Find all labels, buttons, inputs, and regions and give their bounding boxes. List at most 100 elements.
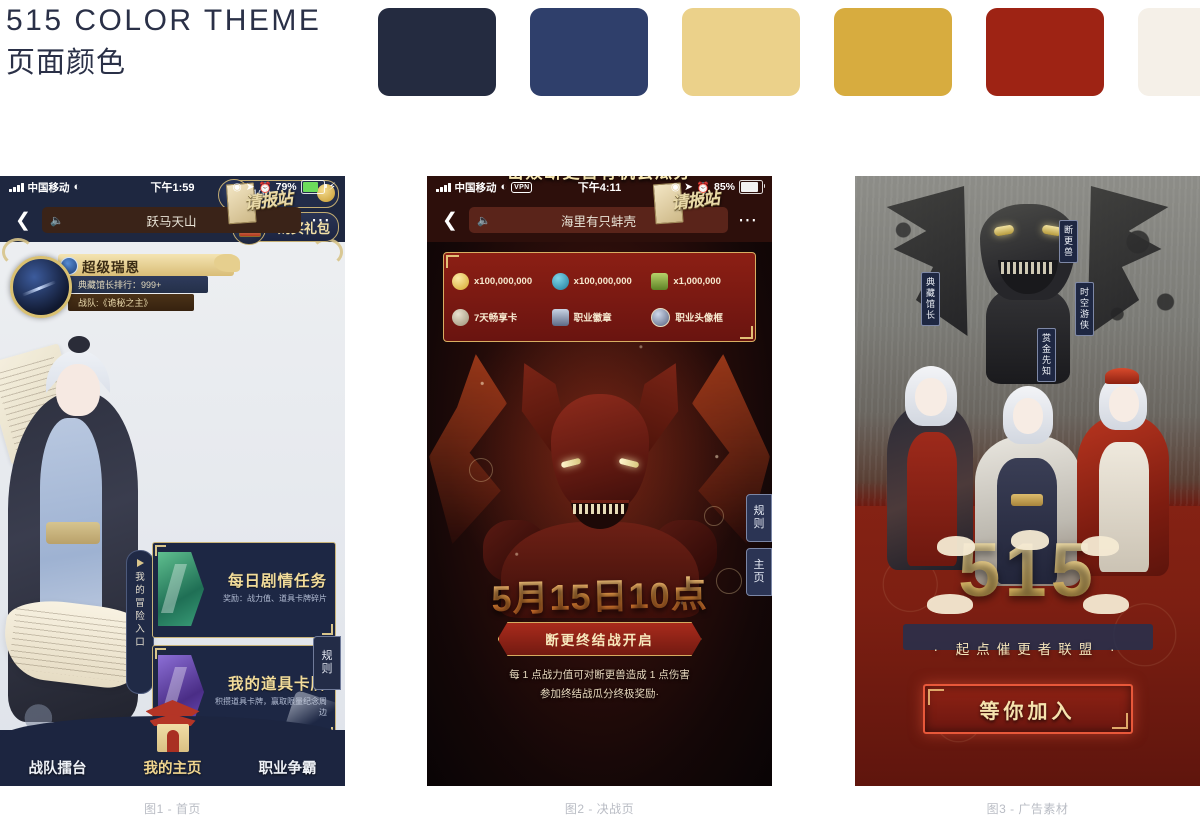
status-right: ◉ ➤ ⏰ 79% ⚡ bbox=[233, 180, 336, 194]
cloud-ornament-icon bbox=[214, 254, 240, 272]
page-title-en: 515 COLOR THEME bbox=[6, 4, 322, 37]
side-tab-rules[interactable]: 规 则 bbox=[746, 494, 772, 542]
prize-label: 职业徽章 bbox=[573, 313, 612, 324]
prize-item: 职业头像框 bbox=[651, 301, 747, 333]
beast-head bbox=[550, 394, 649, 512]
page-title-cn: 页面颜色 bbox=[6, 47, 127, 79]
cloud-decor-5 bbox=[1082, 594, 1129, 614]
ornament-corner-right bbox=[311, 238, 343, 266]
prize-label: 职业头像框 bbox=[675, 313, 723, 324]
adventure-entry-label-3: 险 bbox=[135, 611, 145, 622]
nav-title-field[interactable]: 🔈 海里有只蚌壳 bbox=[469, 207, 728, 233]
player-team-row: 战队:《诡秘之主》 bbox=[68, 294, 194, 311]
label-beast: 断更兽 bbox=[1059, 220, 1078, 263]
phone-mockup-home: 中国移动 ◐ 下午1:59 ◉ ➤ ⏰ 79% ⚡ ❮ 🔈 跃马天山 ⋯ 请报站… bbox=[0, 176, 345, 786]
prize-panel: x100,000,000 x100,000,000 x1,000,000 7天畅… bbox=[443, 252, 756, 342]
ad-slogan: · 起点催更者联盟 · bbox=[855, 638, 1200, 658]
label-ranger: 时空游侠 bbox=[1075, 282, 1094, 336]
side-tab-rules-label-1: 则 bbox=[753, 518, 765, 530]
swatch-deep-navy bbox=[378, 8, 496, 96]
color-swatch-row bbox=[378, 8, 1200, 96]
lock-rotation-icon: ◉ bbox=[670, 181, 681, 193]
crown-icon bbox=[452, 308, 469, 326]
location-icon: ➤ bbox=[684, 181, 693, 193]
nav-bar: ❮ 🔈 跃马天山 ⋯ bbox=[0, 198, 345, 242]
prize-label: x100,000,000 bbox=[474, 275, 533, 287]
prize-item: 职业徽章 bbox=[551, 301, 648, 333]
caption-figure-1: 图1 - 首页 bbox=[144, 802, 201, 816]
nav-title: 海里有只蚌壳 bbox=[560, 214, 636, 229]
carrier-label: 中国移动 bbox=[27, 181, 70, 194]
rules-tab-button[interactable]: 规 则 bbox=[313, 636, 341, 690]
side-tab-home-label-1: 页 bbox=[753, 572, 765, 584]
swatch-gold bbox=[834, 8, 952, 96]
prize-label: x1,000,000 bbox=[673, 275, 721, 287]
join-cta-button[interactable]: 等你加入 bbox=[922, 684, 1133, 734]
side-tab-home[interactable]: 主 页 bbox=[746, 548, 772, 596]
gold-coin-icon bbox=[452, 272, 469, 290]
tab-team-arena[interactable]: 战队擂台 bbox=[0, 757, 115, 778]
player-name: 超级瑞恩 bbox=[82, 260, 140, 275]
status-left: 中国移动 ◐ VPN bbox=[436, 180, 533, 195]
alarm-icon: ⏰ bbox=[258, 181, 272, 194]
menu-card-daily-quest[interactable]: 每日剧情任务 奖励：战力值、道具卡牌碎片 bbox=[152, 542, 336, 638]
player-rank-row: 典藏馆长排行：999+ bbox=[68, 276, 208, 293]
carrier-label: 中国移动 bbox=[454, 181, 497, 194]
prize-label: x100,000,000 bbox=[573, 275, 632, 287]
adventure-entry-tab[interactable]: 我 的 冒 险 入 口 bbox=[126, 550, 154, 694]
ribbon-label: 断更终结战开启 bbox=[545, 633, 654, 648]
battle-note: 每 1 点战力值可对断更兽造成 1 点伤害 参加终结战瓜分终极奖励· bbox=[427, 666, 772, 704]
tab-my-home[interactable]: 我的主页 bbox=[115, 757, 230, 778]
character-label-list: 断更兽 典藏馆长 时空游侠 赏金先知 bbox=[855, 176, 1200, 516]
prize-item: 7天畅享卡 bbox=[452, 301, 548, 333]
back-button-icon[interactable]: ❮ bbox=[10, 211, 36, 230]
battery-icon bbox=[300, 180, 327, 194]
card-subtitle: 奖励：战力值、道具卡牌碎片 bbox=[223, 594, 327, 603]
caption-figure-3: 图3 - 广告素材 bbox=[986, 802, 1069, 816]
status-bar: 中国移动 ◐ VPN 下午4:11 ◉ ➤ ⏰ 85% bbox=[427, 176, 772, 198]
bottom-tab-list: 战队擂台 我的主页 职业争霸 bbox=[0, 757, 345, 778]
more-options-icon[interactable]: ⋯ bbox=[307, 211, 335, 230]
side-tab-list: 规 则 主 页 bbox=[746, 494, 772, 596]
character-face bbox=[56, 364, 100, 416]
battle-note-line-2: 参加终结战瓜分终极奖励· bbox=[540, 688, 659, 700]
card-title: 每日剧情任务 bbox=[227, 573, 327, 590]
signal-bars-icon bbox=[436, 182, 451, 192]
swatch-light-gold bbox=[682, 8, 800, 96]
character-sash bbox=[46, 522, 100, 544]
more-options-icon[interactable]: ⋯ bbox=[734, 211, 762, 230]
status-right: ◉ ➤ ⏰ 85% bbox=[670, 180, 765, 194]
character-hair-bun bbox=[68, 336, 90, 353]
adventure-entry-label-1: 的 bbox=[135, 585, 145, 596]
cloud-decor-3 bbox=[1080, 536, 1119, 556]
swatch-brick-red bbox=[986, 8, 1104, 96]
battery-percent: 79% bbox=[275, 181, 297, 193]
wifi-icon: ◐ bbox=[500, 181, 508, 193]
nav-title-field[interactable]: 🔈 跃马天山 bbox=[42, 207, 301, 233]
adventure-entry-label-0: 我 bbox=[135, 572, 145, 583]
location-icon: ➤ bbox=[245, 181, 255, 193]
join-cta-label: 等你加入 bbox=[979, 700, 1076, 723]
slogan-dot-left: · bbox=[933, 642, 945, 657]
nav-bar: ❮ 🔈 海里有只蚌壳 ⋯ bbox=[427, 198, 772, 242]
green-token-icon bbox=[651, 272, 669, 290]
page-header: 515 COLOR THEME 页面颜色 bbox=[0, 0, 1200, 115]
prize-item: x100,000,000 bbox=[551, 265, 648, 297]
adventure-entry-label-4: 入 bbox=[135, 624, 145, 635]
cloud-decor-4 bbox=[926, 594, 973, 614]
battery-percent: 85% bbox=[713, 181, 735, 193]
exp-orb-icon bbox=[551, 272, 569, 290]
adventure-entry-label-5: 口 bbox=[135, 637, 145, 648]
play-triangle-icon bbox=[136, 559, 144, 567]
player-banner: 超级瑞恩 典藏馆长排行：999+ 战队:《诡秘之主》 bbox=[10, 254, 240, 318]
lock-rotation-icon: ◉ bbox=[232, 181, 242, 193]
back-button-icon[interactable]: ❮ bbox=[437, 211, 463, 230]
rules-tab-label-1: 则 bbox=[321, 663, 333, 675]
charging-icon: ⚡ bbox=[328, 181, 336, 193]
label-prophet: 赏金先知 bbox=[1037, 328, 1056, 382]
tab-profession-battle[interactable]: 职业争霸 bbox=[230, 757, 345, 778]
cloud-decor-2 bbox=[1010, 530, 1049, 550]
player-avatar[interactable] bbox=[10, 256, 72, 318]
side-tab-rules-label-0: 规 bbox=[753, 505, 765, 517]
signal-bars-icon bbox=[9, 182, 24, 192]
